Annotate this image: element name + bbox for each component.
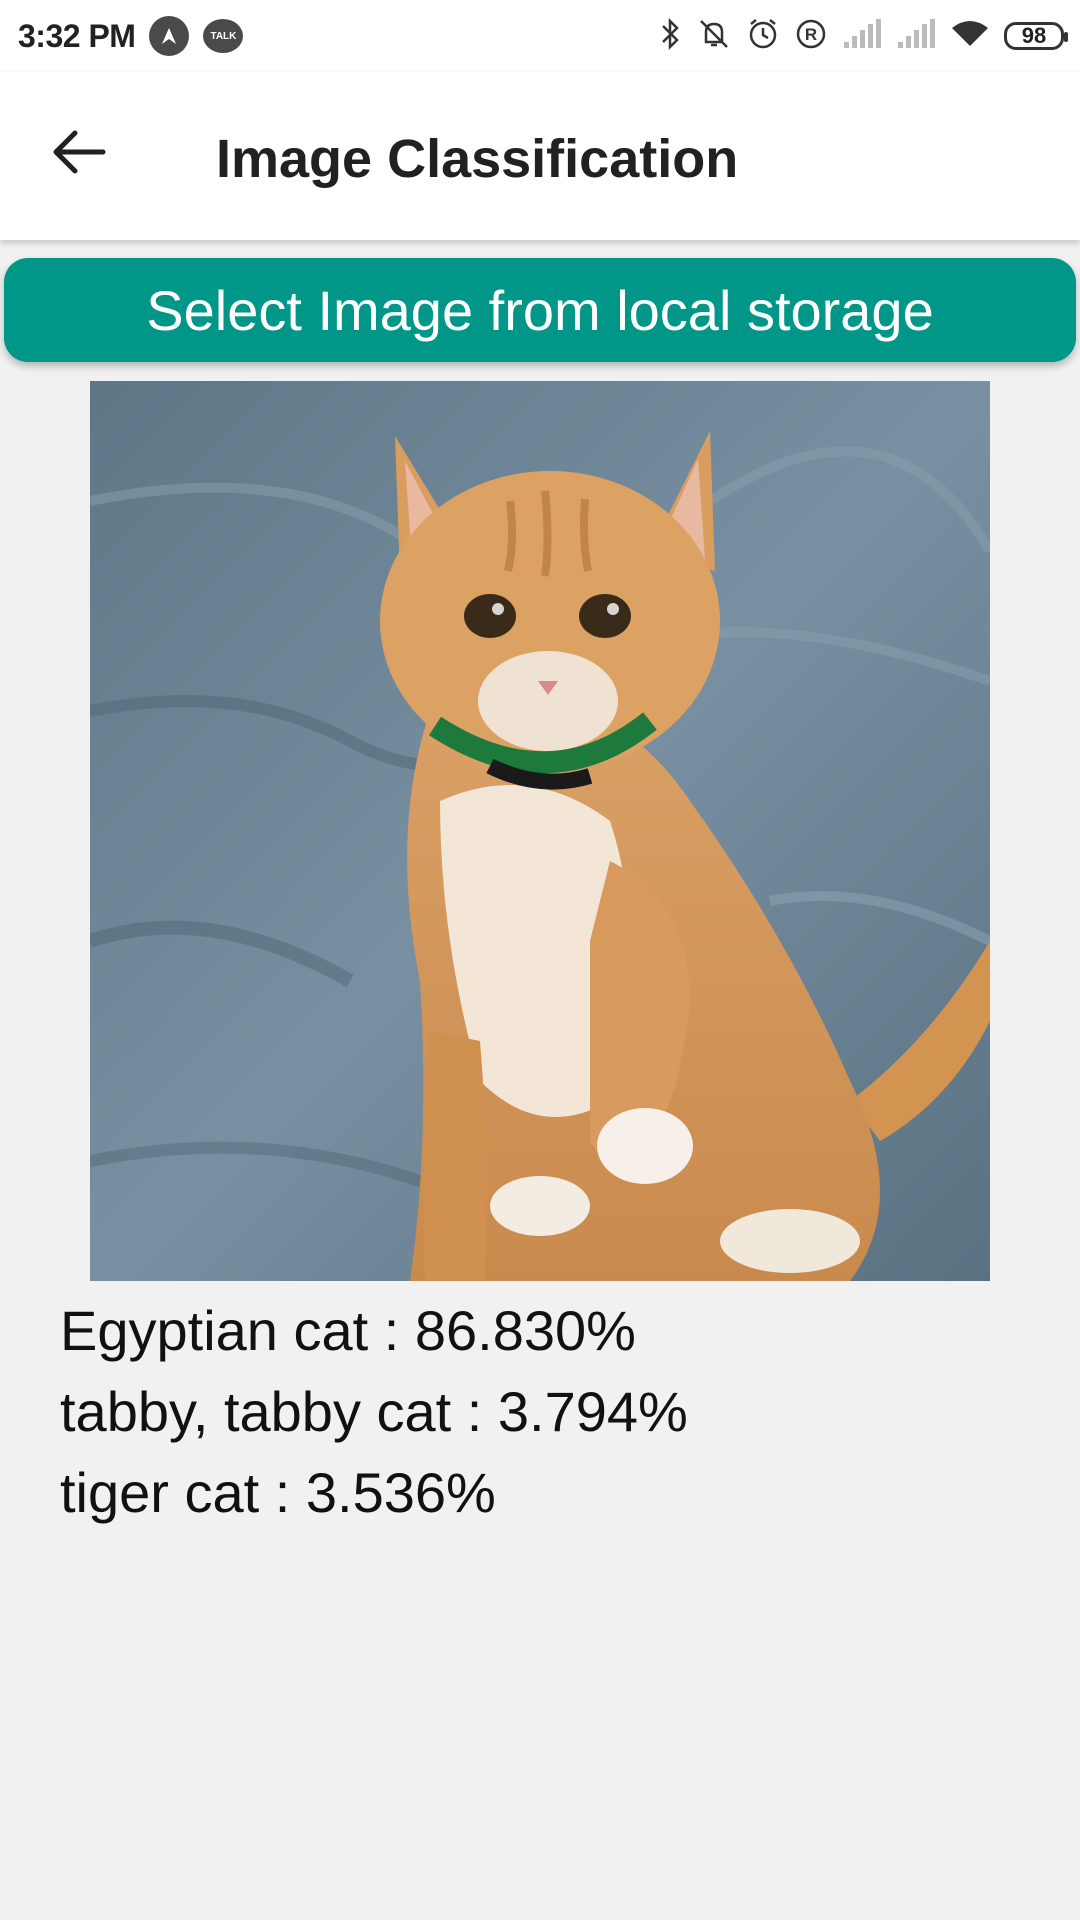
arrow-back-icon [51, 127, 107, 182]
selected-image [90, 381, 990, 1281]
alarm-icon [746, 16, 780, 57]
battery-icon: 98 [1004, 22, 1068, 50]
select-image-button-label: Select Image from local storage [146, 278, 934, 342]
bluetooth-icon [658, 16, 682, 57]
page-title: Image Classification [216, 129, 739, 189]
vibrate-off-icon [696, 16, 732, 57]
kitten-photo [90, 381, 990, 1281]
signal-icon [896, 18, 936, 55]
talk-icon: TALK [203, 19, 244, 53]
app-bar: Image Classification [0, 72, 1080, 240]
back-button[interactable] [44, 124, 114, 184]
svg-text:R: R [805, 25, 817, 44]
select-image-button[interactable]: Select Image from local storage [4, 258, 1076, 362]
result-item: tiger cat : 3.536% [60, 1461, 496, 1524]
signal-icon [842, 18, 882, 55]
result-item: tabby, tabby cat : 3.794% [60, 1380, 688, 1443]
status-bar: 3:32 PM TALK R 98 [0, 0, 1080, 72]
registered-icon: R [794, 17, 828, 56]
classification-results: Egyptian cat : 86.830% tabby, tabby cat … [60, 1290, 688, 1533]
navigation-icon [149, 16, 190, 56]
result-item: Egyptian cat : 86.830% [60, 1299, 636, 1362]
status-time: 3:32 PM [18, 17, 136, 54]
wifi-icon [950, 18, 990, 55]
battery-level: 98 [1021, 23, 1047, 48]
